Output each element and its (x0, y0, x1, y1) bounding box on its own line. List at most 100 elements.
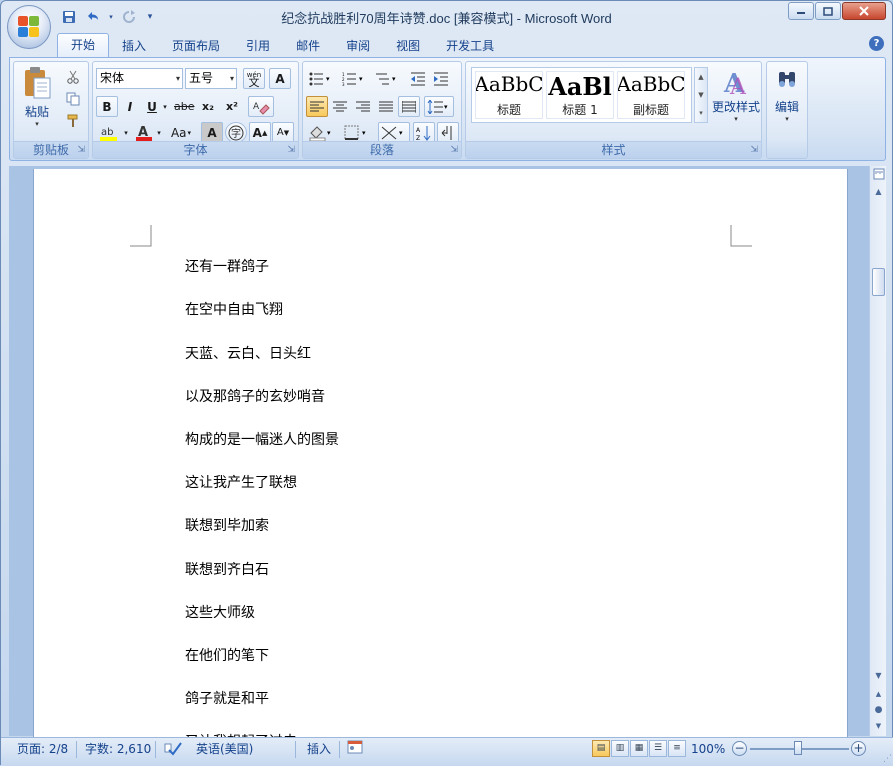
outline-view-icon[interactable]: ☰ (649, 740, 667, 757)
align-right-icon[interactable] (352, 96, 374, 117)
increase-indent-icon[interactable] (430, 68, 452, 89)
zoom-level[interactable]: 100% (691, 740, 725, 758)
print-layout-view-icon[interactable]: ▤ (592, 740, 610, 757)
scroll-thumb[interactable] (872, 268, 885, 296)
numbering-icon[interactable]: 1 2 3 ▾ (339, 68, 369, 89)
gallery-more-icon[interactable]: ▾ (695, 104, 707, 122)
borders-icon[interactable]: ▾ (341, 122, 373, 143)
tab-page-layout[interactable]: 页面布局 (159, 35, 233, 57)
gallery-down-icon[interactable]: ▼ (695, 86, 707, 104)
character-border-button[interactable]: A (269, 68, 291, 89)
paragraph-launcher-icon[interactable]: ⇲ (450, 145, 458, 155)
tab-view[interactable]: 视图 (383, 35, 433, 57)
justify-icon[interactable] (375, 96, 397, 117)
next-page-icon[interactable]: ▼ (871, 718, 886, 734)
subscript-button[interactable]: x₂ (197, 96, 219, 117)
distributed-icon[interactable] (398, 96, 420, 117)
language-indicator[interactable]: 英语(美国) (196, 740, 253, 758)
full-screen-reading-icon[interactable]: ▥ (611, 740, 629, 757)
italic-button[interactable]: I (119, 96, 141, 117)
page-indicator[interactable]: 页面: 2/8 (17, 740, 68, 758)
paragraph-line[interactable]: 联想到齐白石 (185, 559, 269, 579)
highlight-color-icon[interactable]: ab (96, 122, 122, 143)
macro-record-icon[interactable] (347, 740, 363, 758)
paragraph-line[interactable]: 天蓝、云白、日头红 (185, 343, 311, 363)
clear-formatting-icon[interactable]: A (248, 96, 274, 117)
tab-references[interactable]: 引用 (233, 35, 283, 57)
align-left-icon[interactable] (306, 96, 328, 117)
style-item-title[interactable]: AaBbC 标题 (475, 71, 543, 119)
underline-button[interactable]: U (141, 96, 163, 117)
styles-launcher-icon[interactable]: ⇲ (750, 145, 758, 155)
phonetic-guide-button[interactable]: wén 文 (243, 68, 265, 89)
draft-view-icon[interactable]: ≡ (668, 740, 686, 757)
font-launcher-icon[interactable]: ⇲ (287, 145, 295, 155)
style-item-heading1[interactable]: AaBl 标题 1 (546, 71, 614, 119)
vertical-scrollbar[interactable]: ▲ ▼ ▲ ● ▼ (869, 166, 886, 736)
ruler-toggle-icon[interactable] (871, 168, 886, 184)
help-icon[interactable]: ? (869, 36, 884, 51)
paragraph-line[interactable]: 构成的是一幅迷人的图景 (185, 429, 339, 449)
paragraph-line[interactable]: 鸽子就是和平 (185, 688, 269, 708)
zoom-out-button[interactable]: − (732, 741, 747, 756)
style-item-subtitle[interactable]: AaBbC 副标题 (617, 71, 685, 119)
clipboard-launcher-icon[interactable]: ⇲ (77, 145, 85, 155)
zoom-slider-thumb[interactable] (794, 741, 802, 755)
paragraph-line[interactable]: 以及那鸽子的玄妙哨音 (185, 386, 325, 406)
paragraph-line[interactable]: 这些大师级 (185, 602, 255, 622)
show-marks-icon[interactable] (437, 122, 459, 143)
font-color-dropdown-icon[interactable]: ▾ (155, 122, 163, 143)
paragraph-line[interactable]: 还有一群鸽子 (185, 256, 269, 276)
bullets-icon[interactable]: ▾ (306, 68, 336, 89)
superscript-button[interactable]: x² (221, 96, 243, 117)
insert-mode[interactable]: 插入 (307, 740, 331, 758)
tab-review[interactable]: 审阅 (333, 35, 383, 57)
grow-font-button[interactable]: A ▲ (249, 122, 271, 143)
copy-icon[interactable] (62, 88, 84, 109)
scroll-down-icon[interactable]: ▼ (871, 668, 886, 684)
shading-icon[interactable]: ▾ (306, 122, 338, 143)
gallery-up-icon[interactable]: ▲ (695, 68, 707, 86)
paragraph-line[interactable]: 这让我产生了联想 (185, 472, 297, 492)
office-button[interactable] (7, 5, 51, 49)
minimize-button[interactable] (788, 2, 814, 20)
tab-mailings[interactable]: 邮件 (283, 35, 333, 57)
font-name-combo[interactable]: 宋体 ▾ (96, 68, 183, 89)
word-count[interactable]: 字数: 2,610 (85, 740, 151, 758)
decrease-indent-icon[interactable] (407, 68, 429, 89)
document-page[interactable]: 还有一群鸽子 在空中自由飞翔 天蓝、云白、日头红 以及那鸽子的玄妙哨音 构成的是… (33, 169, 848, 739)
tab-home[interactable]: 开始 (57, 33, 110, 57)
bold-button[interactable]: B (96, 96, 118, 117)
strikethrough-button[interactable]: abe (173, 96, 196, 117)
previous-page-icon[interactable]: ▲ (871, 686, 886, 702)
editing-button[interactable]: 编辑 ▾ (769, 66, 805, 136)
chinese-layout-icon[interactable]: ▾ (378, 122, 410, 143)
tab-insert[interactable]: 插入 (109, 35, 159, 57)
highlight-dropdown-icon[interactable]: ▾ (122, 122, 130, 143)
align-center-icon[interactable] (329, 96, 351, 117)
underline-dropdown-icon[interactable]: ▾ (161, 96, 169, 117)
cut-icon[interactable] (62, 66, 84, 87)
change-styles-button[interactable]: A A 更改样式 ▾ (710, 66, 762, 136)
maximize-button[interactable] (815, 2, 841, 20)
shrink-font-button[interactable]: A ▼ (272, 122, 294, 143)
line-spacing-icon[interactable]: ▾ (424, 96, 454, 117)
character-shading-button[interactable]: A (201, 122, 223, 143)
paragraph-line[interactable]: 在空中自由飞翔 (185, 299, 283, 319)
sort-icon[interactable]: AZ (413, 122, 435, 143)
enclose-characters-icon[interactable]: 字 (225, 122, 247, 143)
font-size-combo[interactable]: 五号 ▾ (185, 68, 237, 89)
tab-developer[interactable]: 开发工具 (433, 35, 507, 57)
proofing-icon[interactable] (163, 740, 183, 758)
multilevel-list-icon[interactable]: ▾ (372, 68, 402, 89)
select-browse-object-icon[interactable]: ● (871, 702, 886, 718)
paragraph-line[interactable]: 在他们的笔下 (185, 645, 269, 665)
change-case-button[interactable]: Aa ▾ (167, 122, 195, 143)
paragraph-line[interactable]: 联想到毕加索 (185, 515, 269, 535)
format-painter-icon[interactable] (62, 110, 84, 131)
close-button[interactable] (842, 2, 886, 20)
paste-button[interactable]: 粘贴 ▾ (19, 66, 55, 136)
web-layout-icon[interactable]: ▦ (630, 740, 648, 757)
zoom-in-button[interactable]: + (851, 741, 866, 756)
font-color-icon[interactable]: A (133, 122, 155, 143)
